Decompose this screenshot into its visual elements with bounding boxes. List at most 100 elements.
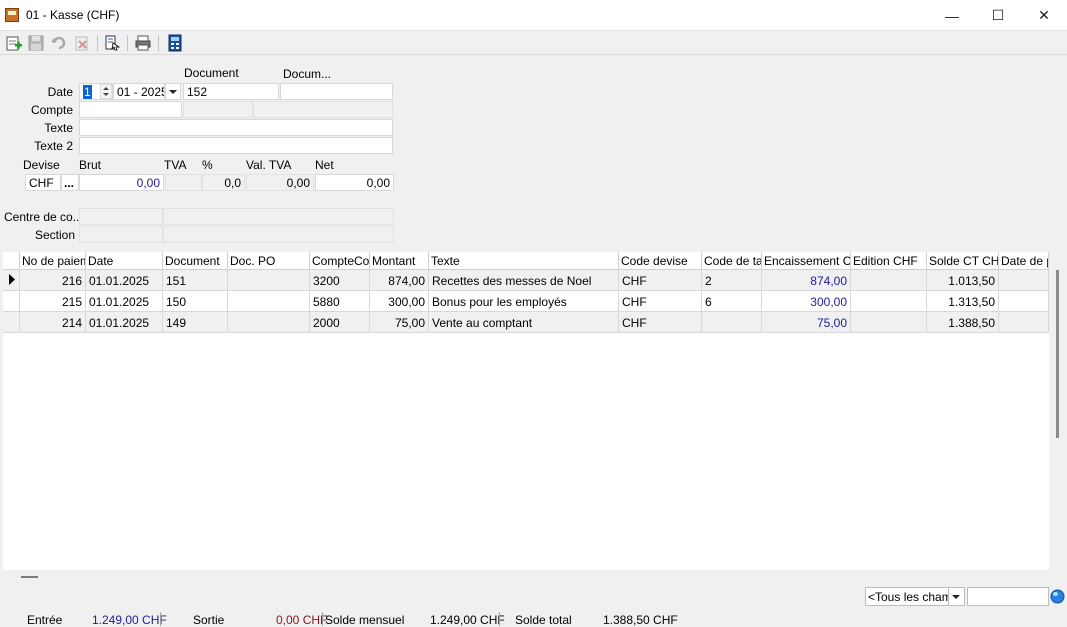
docum-field[interactable] <box>280 83 393 100</box>
col-header-encaissement[interactable]: Encaissement CHF <box>762 252 851 270</box>
cell-edition[interactable] <box>851 270 927 291</box>
search-input[interactable] <box>967 587 1049 606</box>
tva-field <box>165 174 202 191</box>
cell-devise[interactable]: CHF <box>619 270 702 291</box>
close-button[interactable]: ✕ <box>1021 0 1067 31</box>
chevron-down-icon <box>952 595 960 599</box>
col-header-compte[interactable]: CompteCom <box>310 252 370 270</box>
col-header-document[interactable]: Document <box>163 252 228 270</box>
cell-date[interactable]: 01.01.2025 <box>86 291 163 312</box>
solde-mensuel-value: 1.249,00 CHF <box>430 613 505 627</box>
filter-field-dropdown[interactable] <box>948 587 965 606</box>
toolbar-separator <box>127 35 128 51</box>
cell-document[interactable]: 151 <box>163 270 228 291</box>
cell-texte[interactable]: Vente au comptant <box>429 312 619 333</box>
cell-montant[interactable]: 75,00 <box>370 312 429 333</box>
cell-datepr[interactable] <box>999 312 1049 333</box>
compte-detail-1 <box>183 101 253 118</box>
document-field[interactable]: 152 <box>183 83 279 100</box>
cell-montant[interactable]: 874,00 <box>370 270 429 291</box>
new-icon[interactable] <box>5 34 23 52</box>
status-separator <box>160 612 161 626</box>
cell-taxe[interactable] <box>702 312 762 333</box>
cell-devise[interactable]: CHF <box>619 312 702 333</box>
cell-datepr[interactable] <box>999 291 1049 312</box>
save-icon[interactable] <box>27 34 45 52</box>
percent-label: % <box>202 158 213 172</box>
col-header-docpo[interactable]: Doc. PO <box>228 252 310 270</box>
compte-detail-2 <box>253 101 393 118</box>
cell-solde[interactable]: 1.013,50 <box>927 270 999 291</box>
cell-document[interactable]: 150 <box>163 291 228 312</box>
cell-docpo[interactable] <box>228 291 310 312</box>
col-header-devise[interactable]: Code devise <box>619 252 702 270</box>
cell-texte[interactable]: Bonus pour les employés <box>429 291 619 312</box>
filter-field-select[interactable]: <Tous les champs> <box>865 587 949 606</box>
splitter-handle[interactable] <box>21 576 38 578</box>
cell-compte[interactable]: 3200 <box>310 270 370 291</box>
net-field[interactable]: 0,00 <box>315 174 394 191</box>
calculator-icon[interactable] <box>166 34 184 52</box>
col-header-no[interactable]: No de paiement <box>20 252 86 270</box>
minimize-button[interactable]: — <box>929 0 975 31</box>
cell-encaissement[interactable]: 300,00 <box>762 291 851 312</box>
cell-compte[interactable]: 5880 <box>310 291 370 312</box>
print-icon[interactable] <box>134 34 152 52</box>
cell-texte[interactable]: Recettes des messes de Noel <box>429 270 619 291</box>
texte-label: Texte <box>44 121 73 135</box>
cell-docpo[interactable] <box>228 270 310 291</box>
col-header-date[interactable]: Date <box>86 252 163 270</box>
cell-solde[interactable]: 1.388,50 <box>927 312 999 333</box>
cell-edition[interactable] <box>851 312 927 333</box>
cell-no[interactable]: 216 <box>20 270 86 291</box>
devise-browse-button[interactable]: ... <box>61 174 79 191</box>
cell-taxe[interactable]: 2 <box>702 270 762 291</box>
date-day-value: 1 <box>83 85 92 99</box>
col-header-datepr[interactable]: Date de pr <box>999 252 1049 270</box>
col-header-montant[interactable]: Montant <box>370 252 429 270</box>
title-bar: 01 - Kasse (CHF) — ☐ ✕ <box>0 0 1067 31</box>
cell-devise[interactable]: CHF <box>619 291 702 312</box>
section-code-field[interactable] <box>79 226 163 243</box>
brut-field[interactable]: 0,00 <box>79 174 164 191</box>
cell-date[interactable]: 01.01.2025 <box>86 270 163 291</box>
cell-solde[interactable]: 1.313,50 <box>927 291 999 312</box>
cell-taxe[interactable]: 6 <box>702 291 762 312</box>
search-globe-icon[interactable] <box>1050 589 1065 604</box>
date-dropdown-button[interactable] <box>165 83 181 100</box>
valtva-field: 0,00 <box>246 174 314 191</box>
texte-field[interactable] <box>79 119 393 136</box>
delete-icon[interactable] <box>73 34 91 52</box>
solde-mensuel-label: Solde mensuel <box>325 613 405 627</box>
cell-document[interactable]: 149 <box>163 312 228 333</box>
cell-datepr[interactable] <box>999 270 1049 291</box>
date-month-year-field[interactable]: 01 - 2025 <box>113 83 165 100</box>
date-spinner-icon[interactable] <box>100 84 112 99</box>
scrollbar-thumb[interactable] <box>1056 270 1059 438</box>
cell-no[interactable]: 214 <box>20 312 86 333</box>
brut-label: Brut <box>79 158 102 172</box>
col-header-solde[interactable]: Solde CT CHF <box>927 252 999 270</box>
cell-montant[interactable]: 300,00 <box>370 291 429 312</box>
cell-date[interactable]: 01.01.2025 <box>86 312 163 333</box>
cell-encaissement[interactable]: 75,00 <box>762 312 851 333</box>
row-indicator <box>3 270 20 291</box>
col-header-texte[interactable]: Texte <box>429 252 619 270</box>
section-name-field <box>163 226 394 243</box>
cell-docpo[interactable] <box>228 312 310 333</box>
texte2-field[interactable] <box>79 137 393 154</box>
cell-edition[interactable] <box>851 291 927 312</box>
col-header-taxe[interactable]: Code de taxe <box>702 252 762 270</box>
maximize-button[interactable]: ☐ <box>975 0 1021 31</box>
compte-field[interactable] <box>79 101 182 118</box>
undo-icon[interactable] <box>50 34 68 52</box>
app-icon <box>5 8 19 22</box>
cell-no[interactable]: 215 <box>20 291 86 312</box>
cell-compte[interactable]: 2000 <box>310 312 370 333</box>
percent-field: 0,0 <box>202 174 245 191</box>
cell-encaissement[interactable]: 874,00 <box>762 270 851 291</box>
centre-code-field[interactable] <box>79 208 163 225</box>
col-header-edition[interactable]: Edition CHF <box>851 252 927 270</box>
import-icon[interactable] <box>103 34 121 52</box>
devise-field[interactable]: CHF <box>25 174 61 191</box>
